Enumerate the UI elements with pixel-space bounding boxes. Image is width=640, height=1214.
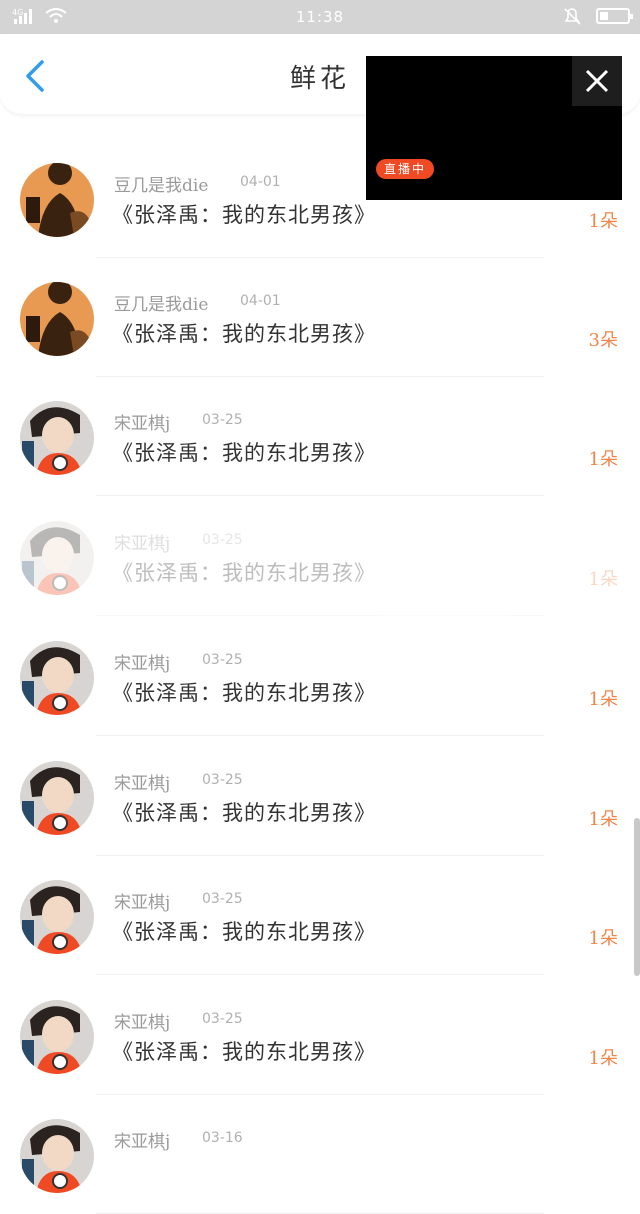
flower-count: 1朵 (588, 569, 618, 590)
message-text: 《张泽禹：我的东北男孩》 (112, 441, 376, 465)
row-divider (96, 615, 544, 616)
flower-count: 1朵 (588, 1048, 618, 1069)
avatar-image (20, 1000, 94, 1074)
flower-count: 1朵 (588, 211, 618, 232)
username: 豆几是我die (114, 295, 209, 315)
status-time: 11:38 (295, 8, 345, 26)
live-video-player[interactable]: 直播中 (366, 56, 622, 200)
live-badge: 直播中 (376, 159, 435, 179)
status-bar: 4G 11:38 (0, 0, 640, 34)
row-divider (96, 735, 544, 736)
post-date: 04-01 (240, 174, 281, 190)
avatar[interactable] (20, 521, 94, 595)
avatar-image (20, 401, 94, 475)
avatar[interactable] (20, 761, 94, 835)
post-date: 03-16 (202, 1130, 243, 1146)
flower-count: 3朵 (588, 330, 618, 351)
close-video-button[interactable] (572, 56, 622, 106)
post-date: 03-25 (202, 532, 243, 548)
avatar[interactable] (20, 880, 94, 954)
list-item[interactable]: 宋亚棋j 03-25 《张泽禹：我的东北男孩》 1朵 (0, 377, 640, 496)
username: 宋亚棋j (114, 1013, 171, 1033)
username: 宋亚棋j (114, 1132, 171, 1152)
username: 宋亚棋j (114, 534, 171, 554)
scrollbar[interactable] (634, 818, 640, 976)
username: 宋亚棋j (114, 654, 171, 674)
username: 宋亚棋j (114, 893, 171, 913)
row-divider (96, 974, 544, 975)
avatar[interactable] (20, 163, 94, 237)
message-text: 《张泽禹：我的东北男孩》 (112, 203, 376, 227)
list-item[interactable]: 宋亚棋j 03-25 《张泽禹：我的东北男孩》 1朵 (0, 737, 640, 856)
post-date: 03-25 (202, 1011, 243, 1027)
avatar-image (20, 282, 94, 356)
avatar-image (20, 521, 94, 595)
avatar[interactable] (20, 1119, 94, 1193)
avatar[interactable] (20, 641, 94, 715)
message-text: 《张泽禹：我的东北男孩》 (112, 920, 376, 944)
flower-count: 1朵 (588, 449, 618, 470)
status-right (562, 6, 633, 26)
list-item[interactable]: 豆几是我die 04-01 《张泽禹：我的东北男孩》 3朵 (0, 258, 640, 377)
list-item[interactable]: 宋亚棋j 03-16 (0, 1095, 640, 1214)
mute-bell-icon (564, 8, 581, 25)
flower-count: 1朵 (588, 809, 618, 830)
message-text: 《张泽禹：我的东北男孩》 (112, 801, 376, 825)
flower-count: 1朵 (588, 928, 618, 949)
post-date: 03-25 (202, 652, 243, 668)
avatar-image (20, 1119, 94, 1193)
close-icon (585, 69, 609, 93)
list-item[interactable]: 宋亚棋j 03-25 《张泽禹：我的东北男孩》 1朵 (0, 617, 640, 736)
post-date: 04-01 (240, 293, 281, 309)
list-item[interactable]: 宋亚棋j 03-25 《张泽禹：我的东北男孩》 1朵 (0, 976, 640, 1095)
post-date: 03-25 (202, 891, 243, 907)
post-date: 03-25 (202, 412, 243, 428)
avatar-image (20, 880, 94, 954)
list-item[interactable]: 宋亚棋j 03-25 《张泽禹：我的东北男孩》 1朵 (0, 497, 640, 616)
row-divider (96, 495, 544, 496)
flower-count: 1朵 (588, 689, 618, 710)
avatar-image (20, 761, 94, 835)
post-date: 03-25 (202, 772, 243, 788)
username: 宋亚棋j (114, 774, 171, 794)
message-text: 《张泽禹：我的东北男孩》 (112, 681, 376, 705)
message-text: 《张泽禹：我的东北男孩》 (112, 561, 376, 585)
message-text: 《张泽禹：我的东北男孩》 (112, 1040, 376, 1064)
avatar-image (20, 163, 94, 237)
list-item[interactable]: 宋亚棋j 03-25 《张泽禹：我的东北男孩》 1朵 (0, 856, 640, 975)
username: 豆几是我die (114, 176, 209, 196)
avatar[interactable] (20, 1000, 94, 1074)
avatar-image (20, 641, 94, 715)
battery-icon (596, 8, 633, 24)
message-text: 《张泽禹：我的东北男孩》 (112, 322, 376, 346)
username: 宋亚棋j (114, 414, 171, 434)
avatar[interactable] (20, 401, 94, 475)
avatar[interactable] (20, 282, 94, 356)
